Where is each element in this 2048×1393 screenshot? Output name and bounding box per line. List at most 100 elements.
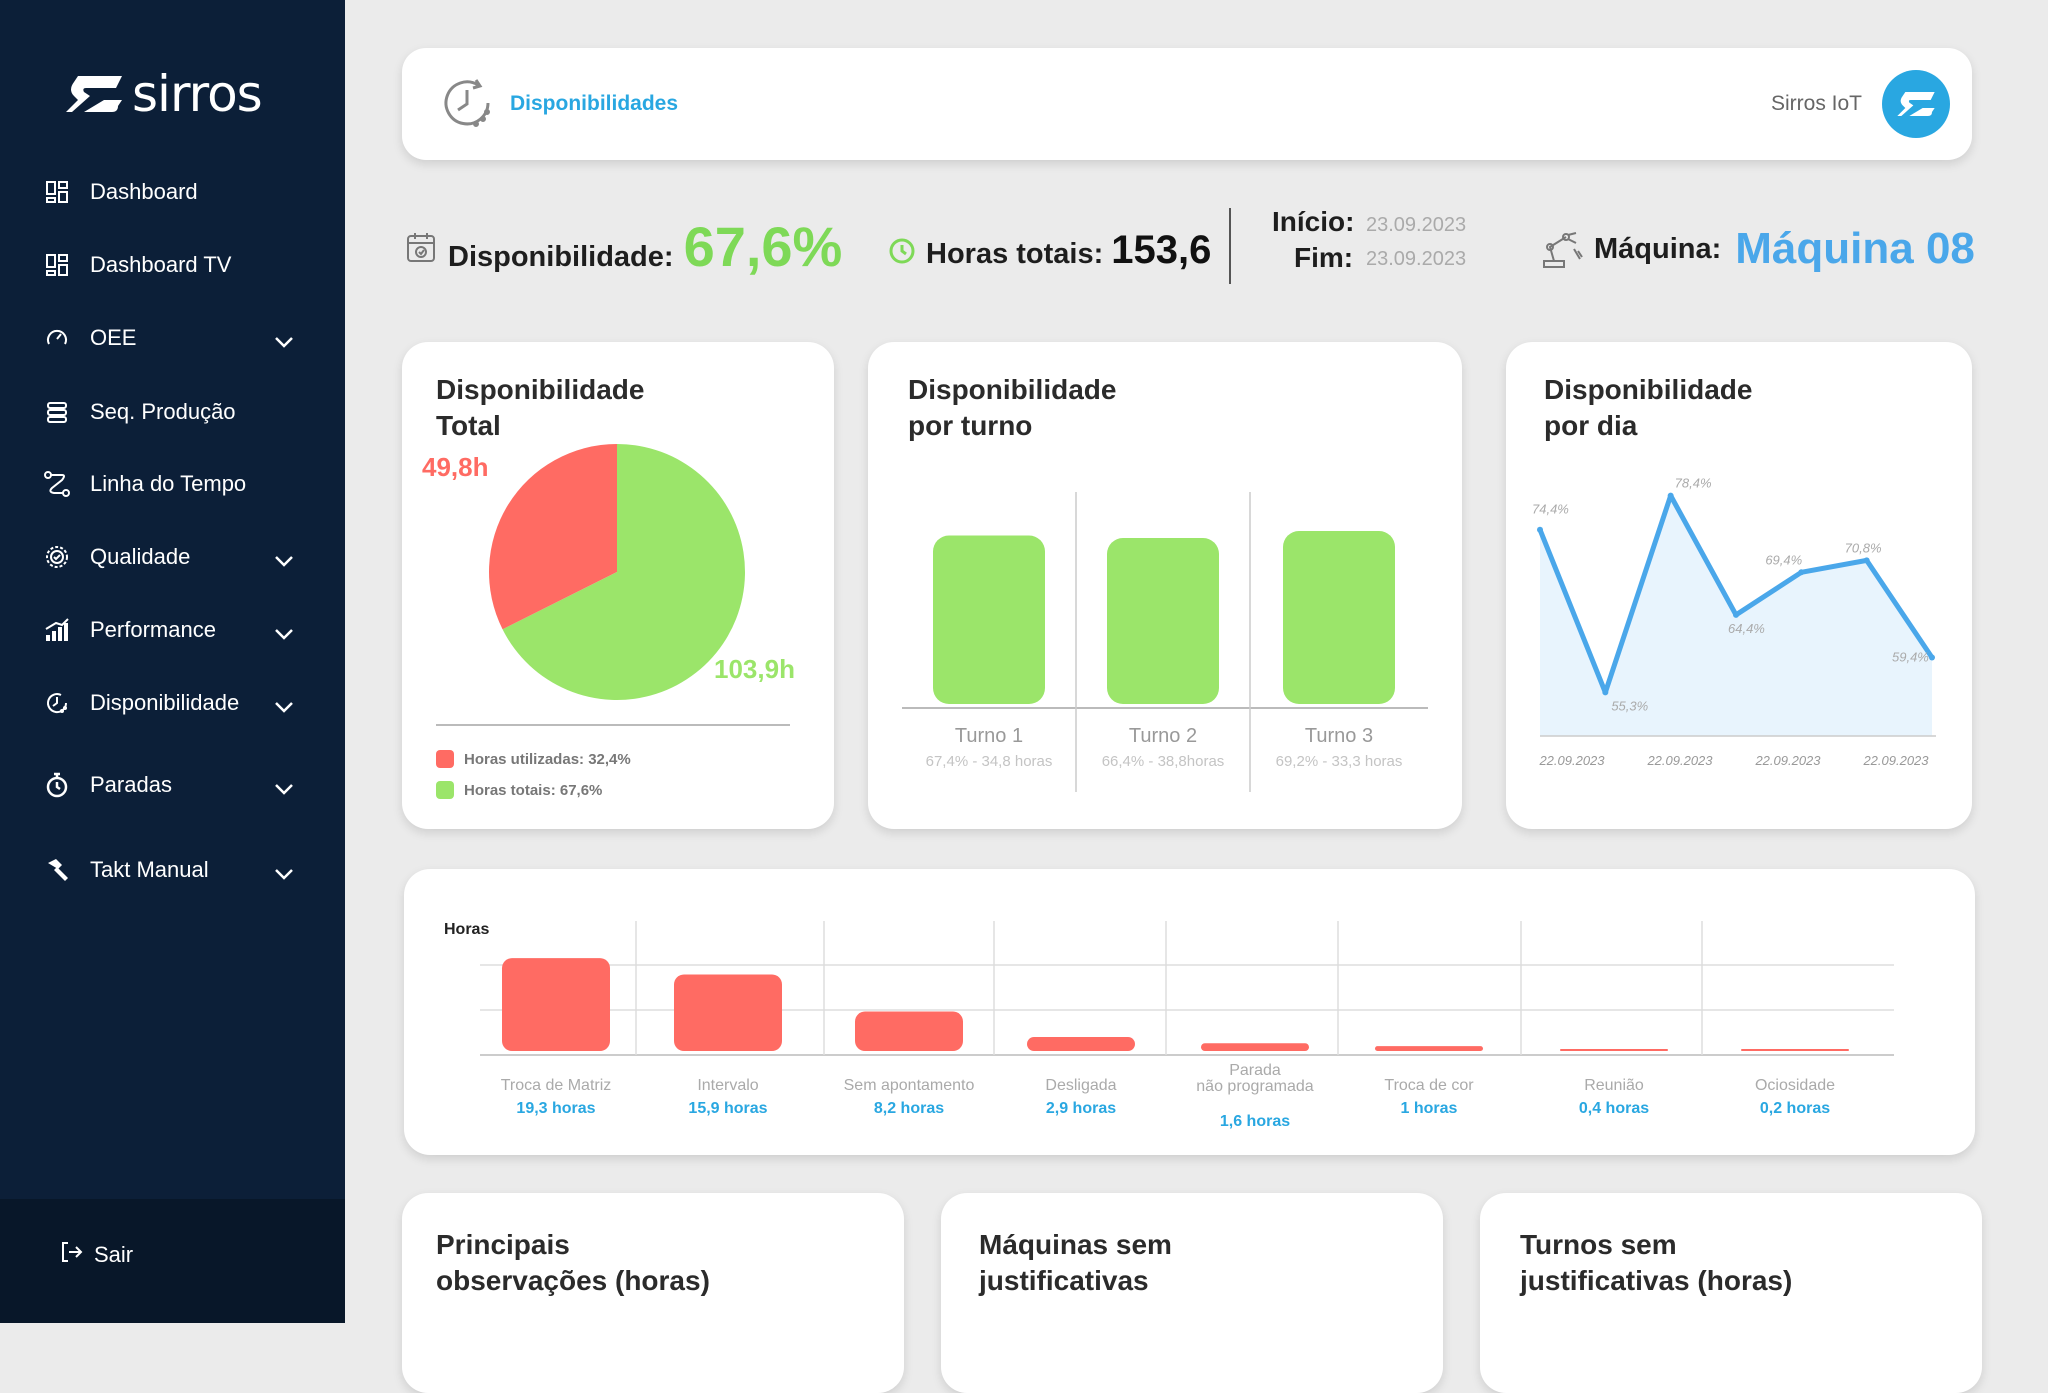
bar[interactable] bbox=[1375, 1046, 1483, 1051]
sidebar-item-oee[interactable]: OEE bbox=[44, 316, 294, 360]
sidebar-item-seq-producao[interactable]: Seq. Produção bbox=[44, 390, 294, 434]
pie-chart: 49,8h 103,9h bbox=[422, 444, 795, 700]
data-point[interactable] bbox=[1537, 526, 1543, 533]
data-label: 15,9 horas bbox=[688, 1100, 767, 1117]
card-title: Turnos sem justificativas (horas) bbox=[1520, 1227, 1960, 1299]
card-title-line2: observações (horas) bbox=[436, 1265, 710, 1296]
sidebar-item-dashboard[interactable]: Dashboard bbox=[44, 170, 294, 214]
sirros-logo[interactable]: sirros bbox=[64, 65, 263, 123]
kpi-divider bbox=[1229, 208, 1231, 284]
data-label: 1,6 horas bbox=[1220, 1113, 1290, 1130]
data-label: 19,3 horas bbox=[516, 1100, 595, 1117]
chevron-down-icon[interactable] bbox=[274, 775, 294, 801]
card-downtime-hours: Horas Troca de Matriz 19,3 horas Intervalo 1… bbox=[404, 869, 1975, 1155]
bar[interactable] bbox=[1027, 1037, 1135, 1051]
card-title-line2: justificativas (horas) bbox=[1520, 1265, 1793, 1296]
kpi-availability-label: Disponibilidade: bbox=[448, 241, 674, 273]
chevron-down-icon[interactable] bbox=[274, 860, 294, 886]
legend-divider bbox=[436, 724, 790, 726]
data-point[interactable] bbox=[1602, 689, 1609, 696]
bar[interactable] bbox=[1201, 1043, 1309, 1051]
tick-label: 22.09.2023 bbox=[1862, 753, 1929, 768]
tick-label: Desligada bbox=[1045, 1077, 1116, 1094]
data-label: 66,4% - 38,8horas bbox=[1102, 753, 1225, 770]
sidebar-item-label: Disponibilidade bbox=[90, 690, 240, 715]
data-point[interactable] bbox=[1929, 654, 1935, 661]
sidebar-item-performance[interactable]: Performance bbox=[44, 608, 294, 652]
sidebar-footer: Sair bbox=[0, 1199, 345, 1323]
card-main-observations: Principais observações (horas) bbox=[402, 1193, 904, 1393]
logo-text: sirros bbox=[132, 65, 263, 123]
bar[interactable] bbox=[1560, 1049, 1668, 1051]
sidebar-item-label: Performance bbox=[90, 617, 216, 642]
data-point[interactable] bbox=[1733, 611, 1739, 618]
tick-label: Intervalo bbox=[697, 1077, 758, 1094]
pie-label: 49,8h bbox=[422, 452, 489, 482]
tick-label: Turno 3 bbox=[1305, 725, 1373, 747]
logout-button[interactable]: Sair bbox=[58, 1239, 133, 1271]
pie-label: 103,9h bbox=[714, 654, 795, 684]
kpi-machine-value[interactable]: Máquina 08 bbox=[1735, 224, 1975, 274]
sirros-logo-icon bbox=[66, 76, 122, 112]
data-point[interactable] bbox=[1798, 569, 1805, 576]
stack-icon bbox=[44, 399, 70, 425]
bar[interactable] bbox=[1283, 531, 1395, 704]
bar[interactable] bbox=[933, 535, 1045, 705]
data-label: 64,4% bbox=[1728, 621, 1765, 636]
card-title-line1: Turnos sem bbox=[1520, 1229, 1677, 1260]
bar[interactable] bbox=[855, 1011, 963, 1051]
kpi-machine: Máquina: Máquina 08 bbox=[1540, 224, 1975, 274]
legend-item: Horas utilizadas: 32,4% bbox=[436, 750, 631, 768]
data-label: 0,2 horas bbox=[1760, 1100, 1830, 1117]
chevron-down-icon[interactable] bbox=[274, 693, 294, 719]
legend-label: Horas utilizadas: 32,4% bbox=[464, 750, 631, 768]
kpi-total-hours-value: 153,6 bbox=[1111, 228, 1212, 272]
bar[interactable] bbox=[1107, 538, 1219, 704]
data-label: 69,4% bbox=[1765, 552, 1802, 567]
tick-label: 22.09.2023 bbox=[1538, 753, 1605, 768]
tick-label: Turno 2 bbox=[1129, 725, 1197, 747]
avatar[interactable] bbox=[1882, 70, 1950, 138]
tick-label: 22.09.2023 bbox=[1646, 753, 1713, 768]
robot-arm-icon bbox=[1543, 232, 1583, 268]
bar[interactable] bbox=[502, 958, 610, 1051]
card-title: Máquinas sem justificativas bbox=[979, 1227, 1419, 1299]
data-point[interactable] bbox=[1863, 557, 1870, 564]
sidebar-item-qualidade[interactable]: Qualidade bbox=[44, 535, 294, 579]
page-title: Disponibilidades bbox=[510, 92, 679, 115]
brand-name: Sirros IoT bbox=[1770, 92, 1862, 115]
chevron-down-icon[interactable] bbox=[274, 620, 294, 646]
card-title-line2: justificativas bbox=[979, 1265, 1149, 1296]
y-axis-label: Horas bbox=[444, 921, 489, 938]
legend-item: Horas totais: 67,6% bbox=[436, 781, 602, 799]
sidebar-item-paradas[interactable]: Paradas bbox=[44, 763, 294, 807]
bar[interactable] bbox=[674, 974, 782, 1051]
card-availability-by-day: Disponibilidade por dia 74,4% 55,3% 78,4% 6… bbox=[1506, 342, 1972, 829]
sidebar-item-takt-manual[interactable]: Takt Manual bbox=[44, 848, 294, 892]
kpi-total-hours-label: Horas totais: bbox=[926, 238, 1104, 270]
shift-bar-chart: Turno 1 67,4% - 34,8 horas Turno 2 66,4% - … bbox=[902, 492, 1428, 792]
data-label: 67,4% - 34,8 horas bbox=[926, 753, 1053, 770]
bar[interactable] bbox=[1741, 1049, 1849, 1051]
data-label: 70,8% bbox=[1845, 540, 1882, 555]
sidebar-item-dashboard-tv[interactable]: Dashboard TV bbox=[44, 243, 294, 287]
data-label: 59,4% bbox=[1892, 649, 1929, 664]
chevron-down-icon[interactable] bbox=[274, 547, 294, 573]
card-machines-without-justification: Máquinas sem justificativas bbox=[941, 1193, 1443, 1393]
gauge-icon bbox=[44, 325, 70, 351]
card-availability-total: Disponibilidade Total 49,8h 103,9h Horas … bbox=[402, 342, 834, 829]
end-date-label: Fim: bbox=[1294, 242, 1354, 273]
clock-refresh-icon bbox=[438, 74, 496, 137]
sidebar-item-linha-do-tempo[interactable]: Linha do Tempo bbox=[44, 462, 294, 506]
hammer-icon bbox=[44, 857, 70, 883]
logout-label: Sair bbox=[94, 1242, 134, 1267]
start-date-label: Início: bbox=[1272, 206, 1355, 237]
data-point[interactable] bbox=[1667, 492, 1674, 499]
legend-swatch bbox=[436, 750, 454, 768]
chevron-down-icon[interactable] bbox=[274, 328, 294, 354]
legend-label: Horas totais: 67,6% bbox=[464, 781, 603, 799]
sidebar-item-disponibilidade[interactable]: Disponibilidade bbox=[44, 681, 294, 725]
legend-swatch bbox=[436, 781, 454, 799]
data-label: 8,2 horas bbox=[874, 1100, 944, 1117]
kpi-machine-label: Máquina: bbox=[1594, 232, 1722, 265]
